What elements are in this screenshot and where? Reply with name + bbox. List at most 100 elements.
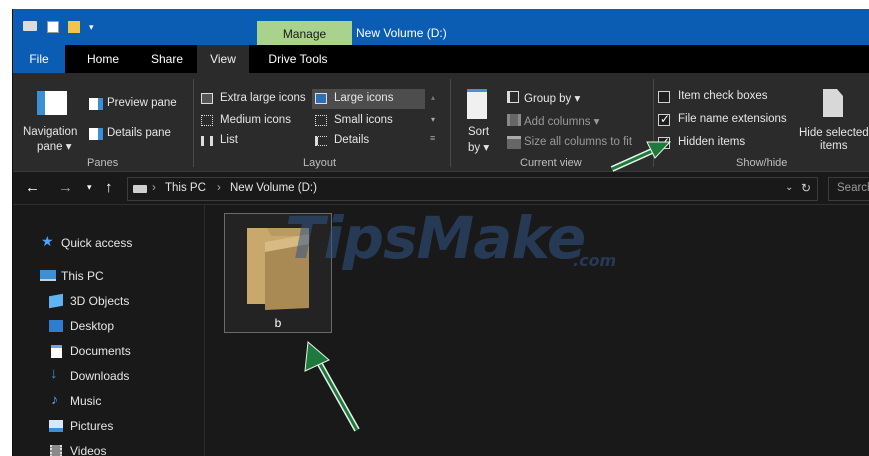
back-button[interactable]: ← (25, 179, 40, 196)
layout-option-label: Large icons (334, 92, 394, 104)
layout-option-label: List (220, 134, 238, 146)
tab-home[interactable]: Home (77, 45, 129, 73)
picture-icon (49, 420, 63, 432)
navigation-pane-button[interactable]: Navigation pane ▾ (19, 81, 87, 155)
layout-group-label: Layout (303, 157, 337, 169)
navigation-pane-label-1: Navigation (23, 126, 78, 138)
layout-scroll-down[interactable]: ▾ (431, 115, 435, 124)
cube-icon (49, 293, 63, 309)
hidden-items-option[interactable]: ✓ Hidden items (656, 135, 796, 153)
layout-expand-button[interactable]: ≡ (430, 133, 435, 143)
group-by-label: Group by ▾ (524, 93, 581, 105)
refresh-icon[interactable]: ↻ (801, 181, 811, 195)
file-name-extensions-label: File name extensions (678, 113, 787, 125)
add-columns-button[interactable]: Add columns ▾ (505, 113, 645, 131)
file-name-extensions-checkbox[interactable]: ✓ (658, 112, 671, 126)
search-input[interactable]: Search (828, 177, 869, 201)
layout-option-label: Small icons (334, 114, 393, 126)
large-icons-icon (315, 93, 327, 104)
group-by-icon (507, 91, 519, 103)
file-name-extensions-option[interactable]: ✓ File name extensions (656, 112, 806, 130)
address-box[interactable]: › This PC › New Volume (D:) ⌄ ↻ (127, 177, 818, 201)
address-bar-row: ← → ▾ ↑ › This PC › New Volume (D:) ⌄ ↻ … (13, 173, 869, 205)
layout-option-list[interactable]: List (199, 133, 311, 151)
monitor-icon (40, 270, 56, 281)
ribbon: Navigation pane ▾ Preview pane Details p… (13, 73, 869, 172)
navigation-pane-icon (37, 91, 67, 115)
system-menu-icon[interactable] (23, 21, 37, 31)
video-icon (50, 445, 62, 456)
nav-item-label: Desktop (70, 319, 115, 333)
layout-scroll-up[interactable]: ▴ (431, 93, 435, 102)
breadcrumb-this-pc[interactable]: This PC (165, 182, 206, 194)
drive-icon (133, 185, 147, 193)
window-title: New Volume (D:) (356, 26, 447, 40)
recent-locations-button[interactable]: ▾ (87, 182, 92, 193)
context-tab-manage[interactable]: Manage (257, 21, 352, 47)
group-by-button[interactable]: Group by ▾ (505, 90, 645, 108)
properties-icon[interactable] (47, 21, 59, 33)
folder-name: b (274, 316, 282, 330)
nav-item-music[interactable]: ♪ Music (13, 390, 203, 412)
tab-drive-tools[interactable]: Drive Tools (261, 45, 335, 73)
nav-item-label: This PC (61, 269, 104, 283)
item-check-boxes-label: Item check boxes (678, 90, 768, 102)
breadcrumb-new-volume[interactable]: New Volume (D:) (230, 182, 317, 194)
item-check-boxes-checkbox[interactable] (658, 91, 670, 103)
tab-file[interactable]: File (13, 45, 65, 73)
nav-item-pictures[interactable]: Pictures (13, 415, 203, 437)
layout-option-small-icons[interactable]: Small icons (313, 113, 425, 131)
address-history-button[interactable]: ⌄ (785, 182, 793, 193)
size-all-columns-button[interactable]: Size all columns to fit (505, 135, 655, 153)
layout-option-medium-icons[interactable]: Medium icons (199, 113, 311, 131)
details-pane-button[interactable]: Details pane (89, 125, 187, 143)
forward-button[interactable]: → (58, 179, 73, 196)
nav-item-label: Documents (70, 344, 131, 358)
nav-item-label: Music (70, 394, 102, 408)
music-icon: ♪ (51, 391, 58, 407)
breadcrumb-separator: › (217, 182, 221, 194)
nav-item-label: Downloads (70, 369, 130, 383)
layout-option-large-icons[interactable]: Large icons (313, 91, 425, 109)
nav-item-3d-objects[interactable]: 3D Objects (13, 290, 203, 312)
ribbon-separator (653, 79, 654, 167)
customize-toolbar-icon[interactable]: ▾ (89, 23, 97, 32)
layout-option-label: Medium icons (220, 114, 291, 126)
desktop-icon (49, 320, 63, 332)
file-explorer-window: ▾ Manage New Volume (D:) File Home Share… (12, 9, 869, 456)
hidden-items-checkbox[interactable]: ✓ (658, 135, 671, 149)
ribbon-tabs: File Home Share View Drive Tools (13, 45, 869, 73)
list-icon (201, 136, 213, 146)
up-button[interactable]: ↑ (105, 179, 113, 196)
layout-option-details[interactable]: Details (313, 133, 425, 151)
nav-item-quick-access[interactable]: ★ Quick access (13, 232, 203, 254)
new-folder-icon[interactable] (68, 21, 80, 33)
sort-by-label-1: Sort (468, 126, 490, 138)
nav-item-documents[interactable]: Documents (13, 340, 203, 362)
preview-pane-button[interactable]: Preview pane (89, 95, 187, 113)
nav-item-label: 3D Objects (70, 294, 130, 308)
hide-selected-items-button[interactable]: Hide selected items (795, 83, 869, 157)
hide-selected-label-2: items (820, 140, 848, 152)
nav-item-videos[interactable]: Videos (13, 440, 203, 456)
sort-icon (467, 89, 487, 119)
hide-selected-label-1: Hide selected (799, 127, 869, 139)
sort-by-button[interactable]: Sort by ▾ (459, 85, 499, 155)
document-icon (51, 345, 62, 358)
item-check-boxes-option[interactable]: Item check boxes (656, 89, 796, 107)
nav-item-this-pc[interactable]: This PC (13, 265, 203, 287)
title-bar: ▾ Manage New Volume (D:) (13, 9, 869, 47)
panes-group-label: Panes (87, 157, 119, 169)
nav-item-desktop[interactable]: Desktop (13, 315, 203, 337)
small-icons-icon (315, 115, 327, 126)
show-hide-group-label: Show/hide (736, 157, 788, 169)
checkmark-icon: ✓ (660, 135, 671, 149)
layout-option-extra-large-icons[interactable]: Extra large icons (199, 91, 311, 109)
checkmark-icon: ✓ (660, 112, 671, 126)
tab-share[interactable]: Share (141, 45, 193, 73)
size-all-columns-label: Size all columns to fit (524, 136, 633, 148)
nav-item-downloads[interactable]: ↓ Downloads (13, 365, 203, 387)
tab-view[interactable]: View (197, 45, 249, 73)
hidden-items-label: Hidden items (678, 136, 746, 148)
medium-icons-icon (201, 115, 213, 126)
